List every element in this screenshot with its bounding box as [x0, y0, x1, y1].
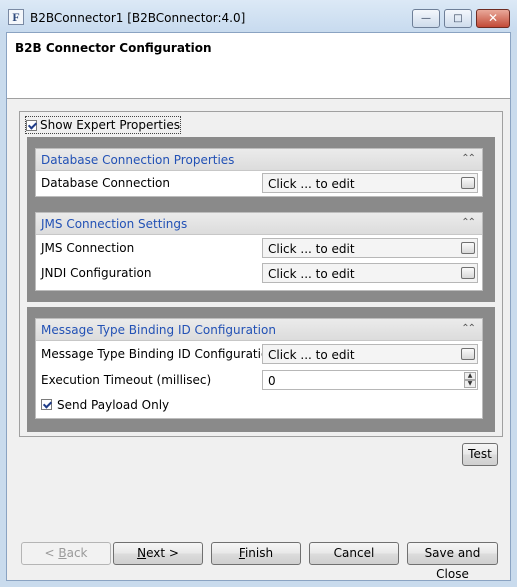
section-header[interactable]: JMS Connection Settings ⌃⌃: [36, 213, 482, 235]
back-button[interactable]: < Back: [21, 542, 111, 565]
title-bar: F B2BConnector1 [B2BConnector:4.0] — □ ✕: [0, 0, 517, 31]
property-label: Execution Timeout (millisec): [41, 373, 212, 387]
property-row: Execution Timeout (millisec) 0 ▲ ▼: [41, 370, 478, 390]
property-label: JMS Connection: [41, 241, 135, 255]
cancel-button[interactable]: Cancel: [309, 542, 399, 565]
property-label: JNDI Configuration: [41, 266, 152, 280]
field-value: 0: [268, 374, 276, 388]
collapse-icon[interactable]: ⌃⌃: [461, 152, 476, 166]
collapse-icon[interactable]: ⌃⌃: [461, 216, 476, 230]
dialog-header: B2B Connector Configuration: [7, 33, 510, 99]
save-and-close-button[interactable]: Save and Close: [407, 542, 498, 581]
back-mnemonic: B: [58, 546, 67, 560]
page-title: B2B Connector Configuration: [15, 41, 212, 55]
property-label: Database Connection: [41, 176, 170, 190]
section-title: Database Connection Properties: [41, 153, 235, 167]
jms-connection-field[interactable]: Click ... to edit: [262, 238, 478, 258]
minimize-icon[interactable]: —: [412, 9, 440, 28]
test-button[interactable]: Test: [462, 443, 498, 466]
section-title: Message Type Binding ID Configuration: [41, 323, 276, 337]
collapse-icon[interactable]: ⌃⌃: [461, 322, 476, 336]
section-jms: JMS Connection Settings ⌃⌃ JMS Connectio…: [35, 212, 483, 291]
message-type-binding-field[interactable]: Click ... to edit: [262, 344, 478, 364]
show-expert-label: Show Expert Properties: [40, 118, 180, 132]
next-button[interactable]: Next >: [113, 542, 203, 565]
show-expert-checkbox[interactable]: Show Expert Properties: [25, 116, 181, 134]
edit-button[interactable]: [461, 242, 475, 254]
next-rest: ext >: [146, 546, 179, 560]
field-value: Click ... to edit: [268, 267, 355, 281]
edit-button[interactable]: [461, 177, 475, 189]
field-value: Click ... to edit: [268, 242, 355, 256]
property-label: Message Type Binding ID Configuration: [41, 347, 276, 361]
property-row: JNDI Configuration Click ... to edit: [41, 263, 478, 283]
database-connection-field[interactable]: Click ... to edit: [262, 173, 478, 193]
property-row: Database Connection Click ... to edit: [41, 173, 478, 193]
execution-timeout-stepper[interactable]: 0 ▲ ▼: [262, 370, 478, 390]
finish-rest: inish: [244, 546, 274, 560]
send-payload-checkbox[interactable]: Send Payload Only: [41, 395, 477, 415]
spin-up-icon[interactable]: ▲: [464, 372, 476, 380]
edit-button[interactable]: [461, 267, 475, 279]
edit-button[interactable]: [461, 348, 475, 360]
finish-button[interactable]: Finish: [211, 542, 301, 565]
checkbox-icon[interactable]: [41, 399, 52, 410]
back-prefix: <: [44, 546, 59, 560]
checkbox-icon[interactable]: [26, 120, 37, 131]
section-header[interactable]: Database Connection Properties ⌃⌃: [36, 149, 482, 171]
spin-down-icon[interactable]: ▼: [464, 380, 476, 388]
property-row: Message Type Binding ID Configuration Cl…: [41, 344, 478, 364]
section-header[interactable]: Message Type Binding ID Configuration ⌃⌃: [36, 319, 482, 341]
section-title: JMS Connection Settings: [41, 217, 188, 231]
checkbox-label: Send Payload Only: [57, 398, 170, 412]
field-value: Click ... to edit: [268, 348, 355, 362]
field-value: Click ... to edit: [268, 177, 355, 191]
section-message-type: Message Type Binding ID Configuration ⌃⌃…: [35, 318, 483, 419]
next-mnemonic: N: [137, 546, 147, 560]
section-database: Database Connection Properties ⌃⌃ Databa…: [35, 148, 483, 197]
maximize-icon[interactable]: □: [444, 9, 472, 28]
app-icon: F: [8, 9, 24, 25]
close-icon[interactable]: ✕: [476, 9, 510, 28]
back-rest: ack: [66, 546, 88, 560]
jndi-configuration-field[interactable]: Click ... to edit: [262, 263, 478, 283]
window-title: B2BConnector1 [B2BConnector:4.0]: [30, 11, 246, 25]
property-row: JMS Connection Click ... to edit: [41, 238, 478, 258]
dialog-client: B2B Connector Configuration Show Expert …: [6, 32, 511, 581]
